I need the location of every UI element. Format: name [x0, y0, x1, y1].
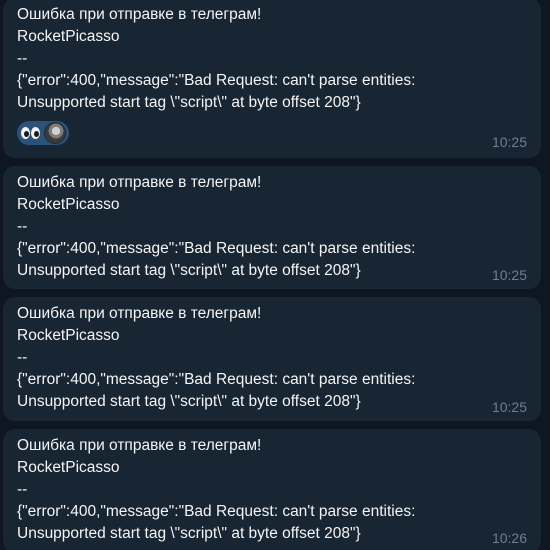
reactor-avatar	[44, 122, 66, 144]
message-line: RocketPicasso	[17, 327, 120, 344]
reactions-bar	[17, 121, 527, 145]
message-line: RocketPicasso	[17, 28, 120, 45]
message-line: Ошибка при отправке в телеграм!	[17, 6, 262, 23]
message-time: 10:25	[491, 267, 527, 283]
message-line: {"error":400,"message":"Bad Request: can…	[17, 240, 416, 257]
message-line: Unsupported start tag \"script\" at byte…	[17, 393, 361, 410]
chat-history: Ошибка при отправке в телеграм! RocketPi…	[0, 0, 550, 550]
message-line: --	[17, 481, 28, 498]
message-line: RocketPicasso	[17, 196, 120, 213]
message-line: Unsupported start tag \"script\" at byte…	[17, 94, 361, 111]
message-line: Unsupported start tag \"script\" at byte…	[17, 262, 361, 279]
message-line: Unsupported start tag \"script\" at byte…	[17, 525, 361, 542]
message-line: Ошибка при отправке в телеграм!	[17, 437, 262, 454]
eyes-emoji-icon	[21, 127, 40, 139]
message-line: --	[17, 218, 28, 235]
message-line: {"error":400,"message":"Bad Request: can…	[17, 503, 416, 520]
message-line: Ошибка при отправке в телеграм!	[17, 174, 262, 191]
message-time: 10:26	[491, 530, 527, 546]
message-line: {"error":400,"message":"Bad Request: can…	[17, 371, 416, 388]
message-time: 10:25	[491, 399, 527, 415]
message-bubble[interactable]: Ошибка при отправке в телеграм! RocketPi…	[3, 166, 541, 289]
message-time: 10:25	[491, 134, 527, 150]
message-bubble[interactable]: Ошибка при отправке в телеграм! RocketPi…	[3, 0, 541, 158]
message-bubble[interactable]: Ошибка при отправке в телеграм! RocketPi…	[3, 429, 541, 550]
message-line: RocketPicasso	[17, 459, 120, 476]
message-line: --	[17, 349, 28, 366]
message-line: Ошибка при отправке в телеграм!	[17, 305, 262, 322]
message-bubble[interactable]: Ошибка при отправке в телеграм! RocketPi…	[3, 297, 541, 421]
reaction-eyes[interactable]	[17, 121, 69, 145]
message-line: --	[17, 50, 28, 67]
message-line: {"error":400,"message":"Bad Request: can…	[17, 72, 416, 89]
